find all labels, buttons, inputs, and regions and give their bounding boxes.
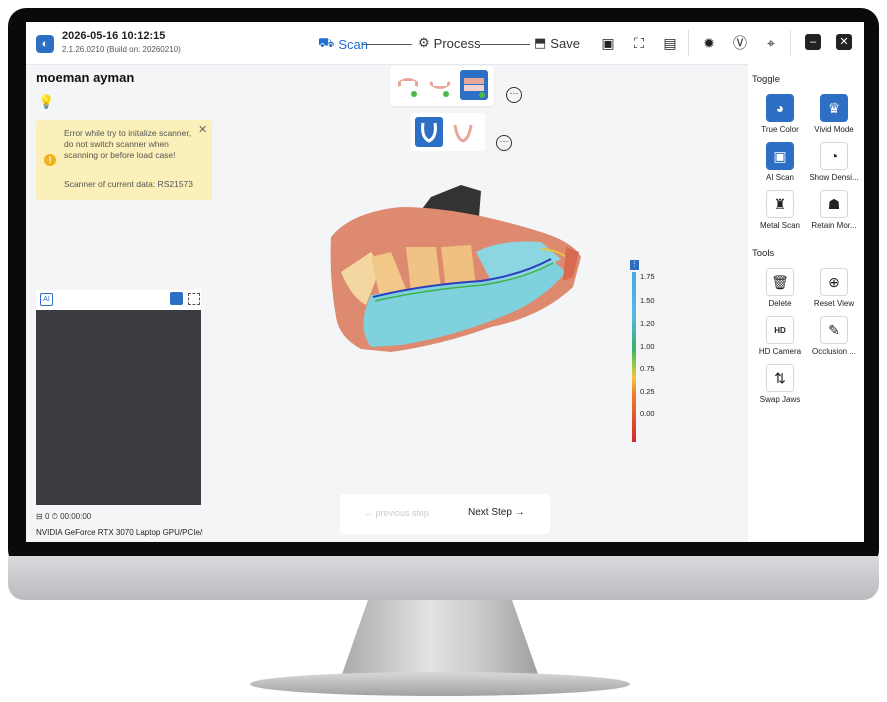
- tool-delete[interactable]: 🗑 Delete: [752, 268, 808, 308]
- 3d-scan-model[interactable]: [311, 177, 611, 367]
- video-record-icon[interactable]: ▣: [598, 33, 618, 53]
- camera-mode-icon[interactable]: [170, 292, 183, 305]
- ai-chip-icon: ▣: [766, 142, 794, 170]
- tool-hd-camera[interactable]: HD HD Camera: [752, 316, 808, 356]
- divider: [790, 30, 791, 56]
- right-panel: Toggle ◕ True Color ♛ Vivid Mode ▣ AI Sc…: [748, 64, 864, 542]
- toggle-show-density[interactable]: ◔ Show Densi...: [806, 142, 862, 182]
- hd-camera-icon: HD: [766, 316, 794, 344]
- step-scan[interactable]: ⛟ Scan: [318, 35, 368, 53]
- zoom-reset-icon: ⊕: [820, 268, 848, 296]
- screenshot-icon[interactable]: ⛶: [629, 33, 649, 53]
- scale-label: 1.75: [640, 272, 655, 281]
- arrow-right-icon: →: [514, 507, 525, 518]
- scale-label: 1.00: [640, 342, 655, 351]
- toggle-vivid-mode[interactable]: ♛ Vivid Mode: [806, 94, 862, 134]
- toggle-retain-more[interactable]: ☗ Retain Mor...: [806, 190, 862, 230]
- locate-icon[interactable]: ⌖: [761, 33, 781, 53]
- tools-section-title: Tools: [752, 248, 775, 259]
- tool-swap-jaws[interactable]: ⇅ Swap Jaws: [752, 364, 808, 404]
- close-icon[interactable]: ✕: [836, 34, 852, 50]
- close-alert-icon[interactable]: ✕: [198, 123, 207, 136]
- gpu-info: NVIDIA GeForce RTX 3070 Laptop GPU/PCIe/…: [36, 528, 203, 537]
- step-save[interactable]: ⬒ Save: [534, 35, 580, 51]
- monitor-chin: [8, 556, 879, 600]
- frame-counter: ⊟ 0 ⏱ 00:00:00: [36, 512, 92, 521]
- vip-icon[interactable]: Ⓥ: [730, 33, 750, 53]
- single-arch-view[interactable]: [415, 117, 443, 147]
- scale-label: 0.75: [640, 364, 655, 373]
- ai-chip-icon[interactable]: AI: [40, 293, 53, 306]
- bite-thumb[interactable]: [460, 70, 488, 100]
- arrow-left-icon: ←: [364, 508, 373, 518]
- camera-preview-panel: AI: [36, 290, 201, 505]
- toggle-true-color[interactable]: ◕ True Color: [752, 94, 808, 134]
- app-logo-icon: ◐: [36, 35, 54, 53]
- color-wheel-icon: ◕: [766, 94, 794, 122]
- lightbulb-icon[interactable]: 💡: [38, 94, 54, 110]
- more-options-icon[interactable]: ⋯: [506, 87, 522, 103]
- scale-label: 0.25: [640, 387, 655, 396]
- tooth-icon: ♛: [820, 94, 848, 122]
- expand-icon[interactable]: [188, 293, 200, 305]
- scale-label: 0.00: [640, 409, 655, 418]
- datetime: 2026-05-16 10:12:15: [62, 30, 166, 42]
- app-window: ◐ 2026-05-16 10:12:15 2.1.26.0210 (Build…: [26, 22, 864, 542]
- toggle-ai-scan[interactable]: ▣ AI Scan: [752, 142, 808, 182]
- scale-gradient: [632, 272, 636, 442]
- scale-settings-icon[interactable]: ⋮: [630, 260, 639, 270]
- title-bar: ◐ 2026-05-16 10:12:15 2.1.26.0210 (Build…: [26, 22, 864, 65]
- scan-icon: ⛟: [318, 35, 335, 50]
- metal-scan-icon: ♜: [766, 190, 794, 218]
- minimize-icon[interactable]: –: [805, 34, 821, 50]
- tool-reset-view[interactable]: ⊕ Reset View: [806, 268, 862, 308]
- step-navigation: ← previous step Next Step →: [340, 494, 550, 534]
- alert-message: Error while try to initalize scanner, do…: [64, 128, 192, 160]
- process-icon: ⚙: [418, 35, 430, 50]
- timer-icon: ⏱: [51, 512, 58, 521]
- warning-icon: !: [44, 154, 56, 166]
- monitor-base: [250, 672, 630, 696]
- step-process[interactable]: ⚙ Process: [418, 35, 481, 51]
- step-connector: [480, 44, 530, 45]
- jaw-selector: [390, 66, 494, 106]
- monitor-stand: [340, 600, 540, 680]
- density-icon: ◔: [820, 142, 848, 170]
- settings-icon[interactable]: ✹: [699, 33, 719, 53]
- tool-occlusion[interactable]: ✎ Occlusion ...: [806, 316, 862, 356]
- trash-icon: 🗑: [766, 268, 794, 296]
- error-alert: ! Error while try to initalize scanner, …: [36, 120, 212, 200]
- image-gallery-icon[interactable]: ▤: [660, 33, 680, 53]
- toggle-section-title: Toggle: [752, 74, 780, 85]
- view-selector: [411, 113, 485, 151]
- deviation-color-scale: ⋮ 1.75 1.50 1.20 1.00 0.75 0.25 0.00: [630, 260, 670, 445]
- camera-view: [36, 310, 201, 505]
- retain-icon: ☗: [820, 190, 848, 218]
- dual-arch-view[interactable]: [449, 117, 477, 147]
- swap-jaws-icon: ⇅: [766, 364, 794, 392]
- patient-name: moeman ayman: [36, 70, 135, 85]
- toggle-metal-scan[interactable]: ♜ Metal Scan: [752, 190, 808, 230]
- step-connector: [362, 44, 412, 45]
- scale-label: 1.20: [640, 319, 655, 328]
- save-icon: ⬒: [534, 35, 547, 50]
- scale-label: 1.50: [640, 296, 655, 305]
- previous-step-button[interactable]: ← previous step: [364, 508, 429, 518]
- upper-jaw-thumb[interactable]: [394, 70, 422, 100]
- occlusion-icon: ✎: [820, 316, 848, 344]
- divider: [688, 30, 689, 56]
- lower-jaw-thumb[interactable]: [426, 70, 454, 100]
- frames-icon: ⊟: [36, 512, 43, 521]
- more-options-icon[interactable]: ⋯: [496, 135, 512, 151]
- alert-scanner-info: Scanner of current data: RS21573: [64, 179, 193, 189]
- version-text: 2.1.26.0210 (Build on: 20260210): [62, 45, 181, 54]
- next-step-button[interactable]: Next Step →: [468, 507, 525, 518]
- camera-toolbar: AI: [36, 290, 201, 308]
